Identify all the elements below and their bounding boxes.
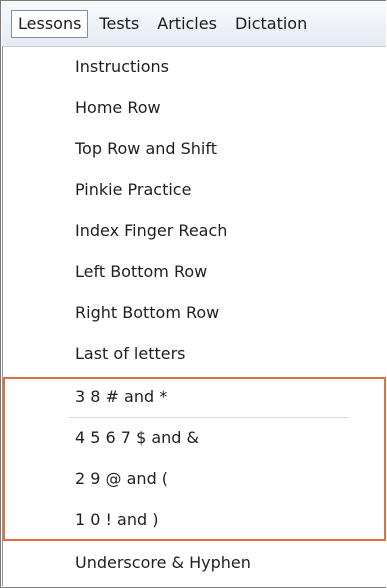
menu-tests[interactable]: Tests	[92, 10, 146, 38]
menu-item-left-bottom-row[interactable]: Left Bottom Row	[3, 252, 386, 292]
menu-item-instructions[interactable]: Instructions	[3, 47, 386, 87]
menu-dictation[interactable]: Dictation	[228, 10, 314, 38]
lessons-dropdown: Instructions Home Row Top Row and Shift …	[2, 47, 386, 586]
menu-item-index-finger-reach[interactable]: Index Finger Reach	[3, 211, 386, 251]
menu-lessons[interactable]: Lessons	[11, 10, 89, 38]
menu-item-pinkie-practice[interactable]: Pinkie Practice	[3, 170, 386, 210]
menu-bar: Lessons Tests Articles Dictation	[2, 2, 386, 47]
menu-item-top-row-and-shift[interactable]: Top Row and Shift	[3, 129, 386, 169]
highlight-box	[3, 377, 386, 541]
menu-item-right-bottom-row[interactable]: Right Bottom Row	[3, 293, 386, 333]
menu-articles[interactable]: Articles	[150, 10, 224, 38]
menu-item-underscore-hyphen[interactable]: Underscore & Hyphen	[3, 543, 386, 583]
menu-item-last-of-letters[interactable]: Last of letters	[3, 334, 386, 374]
app-window: Lessons Tests Articles Dictation Instruc…	[0, 0, 386, 588]
menu-item-home-row[interactable]: Home Row	[3, 88, 386, 128]
